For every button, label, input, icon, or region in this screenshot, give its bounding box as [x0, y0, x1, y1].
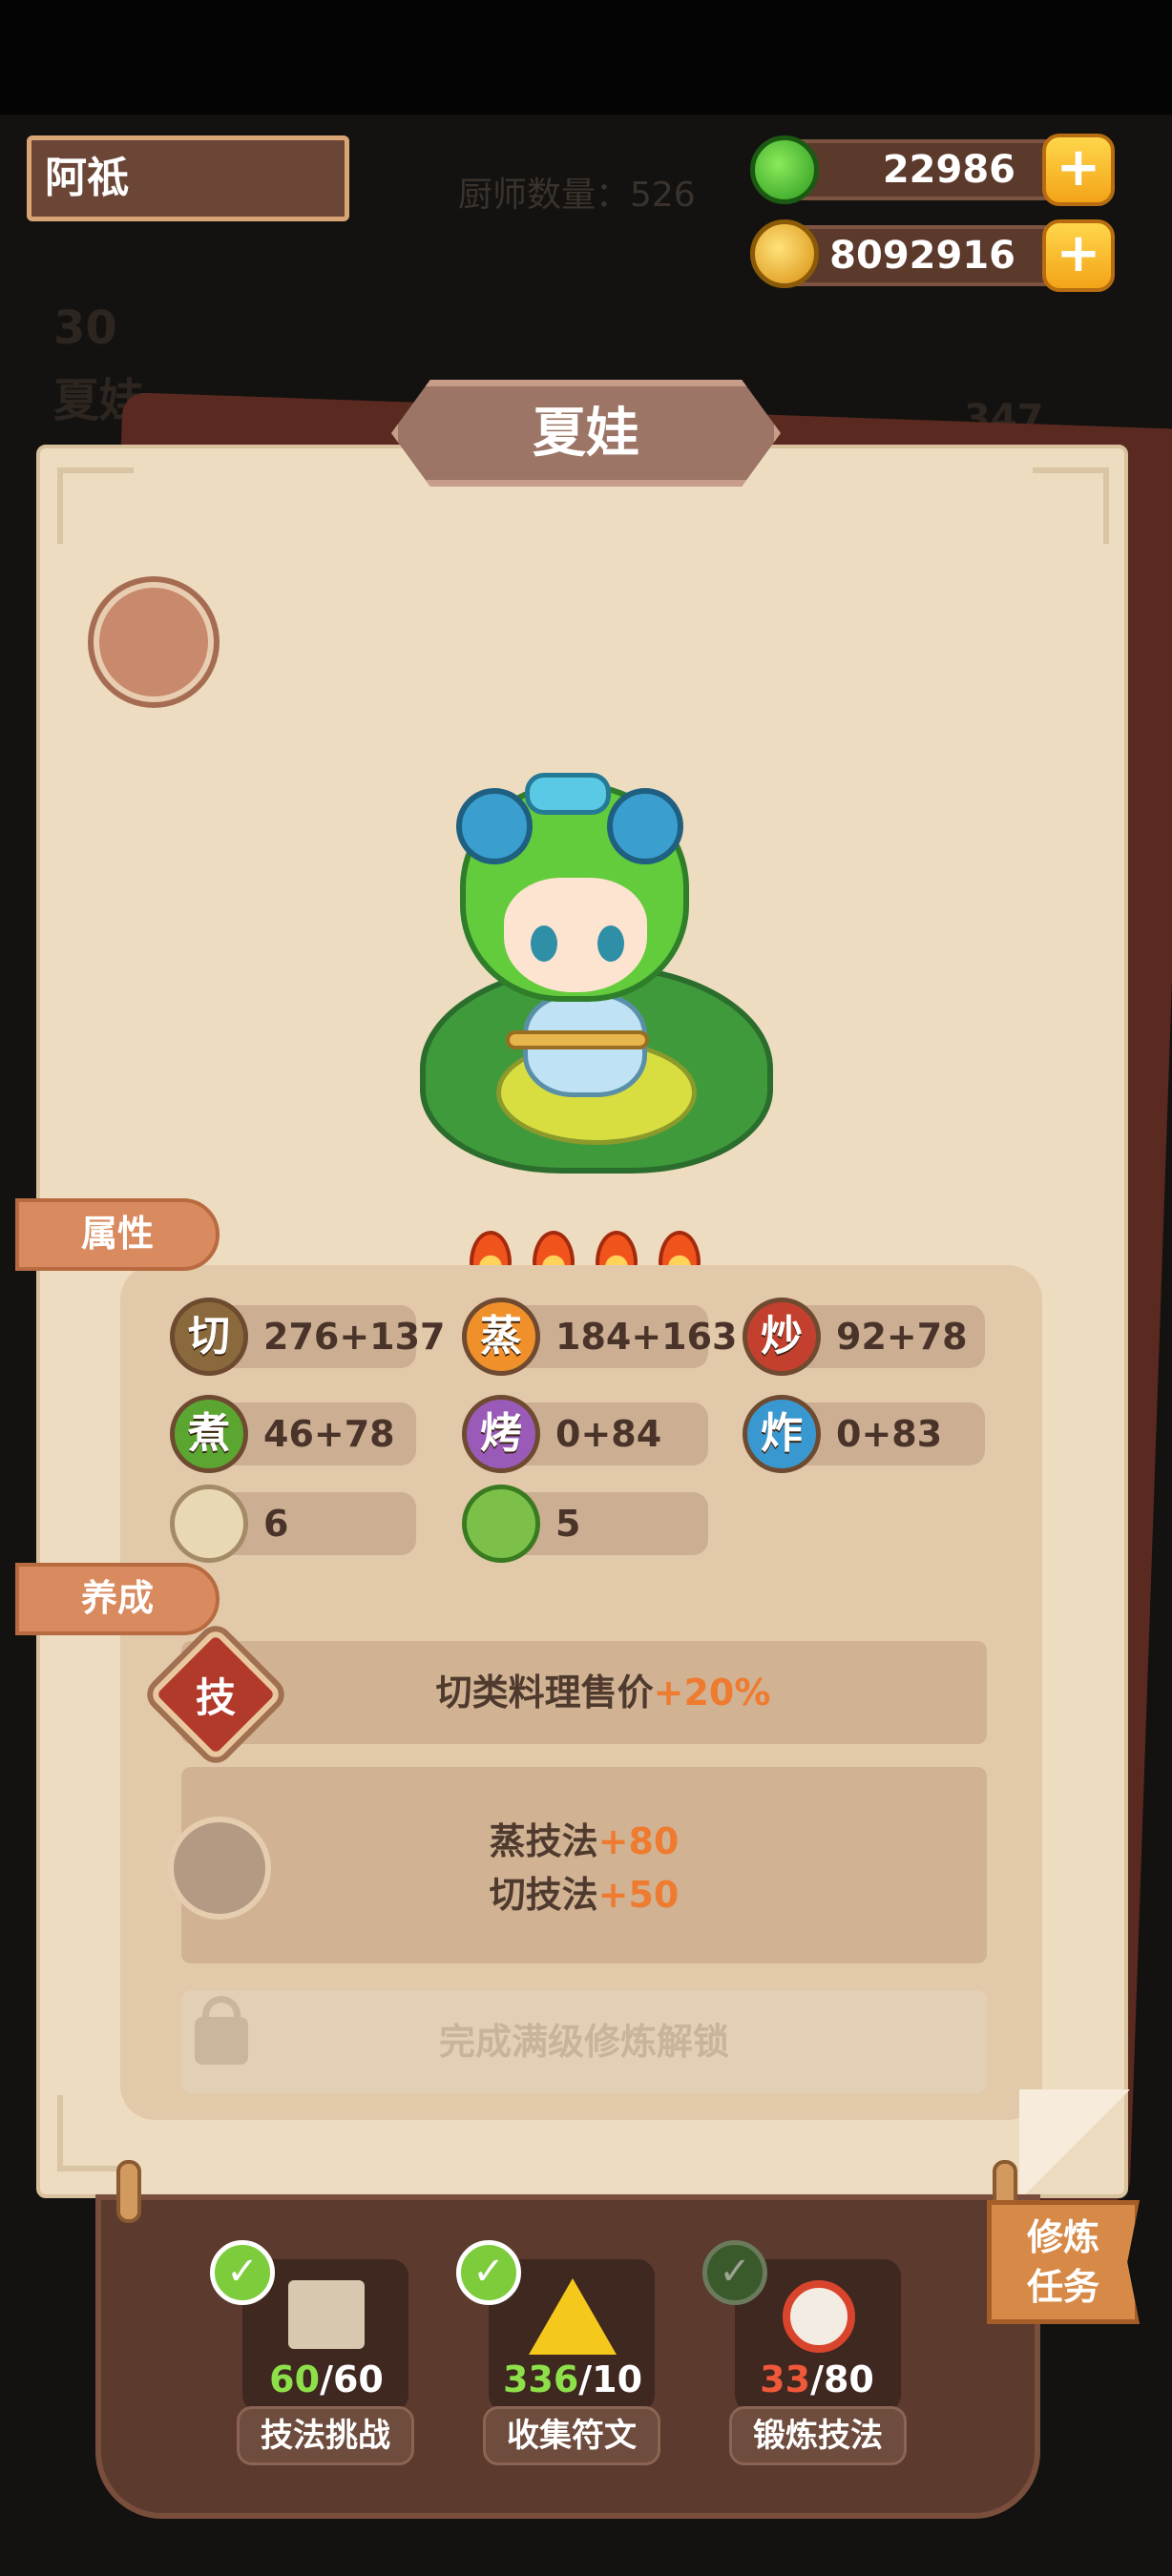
cut-icon: 切	[170, 1298, 248, 1376]
steam-icon: 蒸	[462, 1298, 540, 1376]
locked-text: 完成满级修炼解锁	[438, 2021, 729, 2063]
training-task-line2: 任务	[1026, 2266, 1099, 2308]
check-icon: ✓	[210, 2240, 275, 2305]
locked-row: 完成满级修炼解锁	[181, 1990, 987, 2093]
stir-fry-icon: 炒	[743, 1298, 821, 1376]
bg-rarity: 30	[53, 301, 117, 355]
cert-line-2: 切技法+50	[181, 1868, 987, 1922]
task-progress: 336/10	[468, 2358, 678, 2400]
cut-specialty-badge-icon[interactable]	[94, 582, 214, 702]
cert-line-2-text: 切技法	[489, 1874, 598, 1916]
add-jade-button[interactable]: +	[1042, 134, 1115, 206]
gold-value: 8092916	[829, 234, 1015, 278]
task-label[interactable]: 锻炼技法	[729, 2406, 907, 2465]
boil-icon: 煮	[170, 1395, 248, 1473]
certificate-row: 蒸技法+80 切技法+50	[181, 1767, 987, 1963]
task-progress: 60/60	[221, 2358, 431, 2400]
task-progress-current: 336	[502, 2358, 579, 2400]
stat-steam-value: 184+163	[555, 1316, 738, 1358]
gold-coin-icon	[750, 219, 819, 288]
lock-icon	[195, 2017, 248, 2065]
deep-fry-icon: 炸	[743, 1395, 821, 1473]
stat-boil-value: 46+78	[263, 1413, 395, 1455]
cert-line-1-bonus: +80	[597, 1820, 680, 1862]
task-progress-total: /10	[578, 2358, 643, 2400]
skill-description: 切类料理售价+20%	[181, 1641, 987, 1744]
corner-ornament	[1033, 467, 1109, 544]
corner-ornament	[57, 2095, 134, 2171]
task-label[interactable]: 技法挑战	[237, 2406, 414, 2465]
certificate-icon	[168, 1817, 271, 1920]
training-task-line1: 修炼	[1026, 2216, 1099, 2258]
check-icon: ✓	[702, 2240, 767, 2305]
task-progress-total: /60	[320, 2358, 384, 2400]
stat-cut-value: 276+137	[263, 1316, 446, 1358]
cert-line-1: 蒸技法+80	[181, 1815, 987, 1868]
player-name-box[interactable]: 阿祗	[27, 135, 349, 221]
scroll-peg	[116, 2160, 141, 2223]
roast-icon: 烤	[462, 1395, 540, 1473]
alarm-clock-icon	[783, 2280, 855, 2353]
check-icon: ✓	[456, 2240, 521, 2305]
chef-name-title: 夏娃	[391, 380, 781, 487]
task-progress-total: /80	[810, 2358, 874, 2400]
skill-text: 切类料理售价	[435, 1672, 654, 1714]
steamer-bun-icon	[170, 1485, 248, 1563]
cert-line-2-bonus: +50	[597, 1874, 680, 1916]
rolling-pin-icon	[506, 1030, 649, 1049]
stat-deepfry-value: 0+83	[836, 1413, 943, 1455]
hair-bow-icon	[525, 773, 611, 815]
cabbage-icon	[462, 1485, 540, 1563]
corner-ornament	[57, 467, 134, 544]
chef-count-label: 厨师数量：526	[458, 176, 696, 215]
task-progress-current: 60	[269, 2358, 321, 2400]
stat-roast-value: 0+84	[555, 1413, 662, 1455]
tab-attributes[interactable]: 属性	[15, 1198, 220, 1271]
hair-bun-icon	[607, 788, 683, 864]
task-progress: 33/80	[712, 2358, 922, 2400]
stat-bun-value: 6	[263, 1503, 289, 1545]
add-gold-button[interactable]: +	[1042, 219, 1115, 292]
task-label[interactable]: 收集符文	[483, 2406, 660, 2465]
skill-letter: 技	[195, 1674, 236, 1721]
jade-value: 22986	[882, 148, 1015, 192]
task-progress-current: 33	[760, 2358, 811, 2400]
rune-triangle-icon	[529, 2278, 617, 2355]
tab-cultivation[interactable]: 养成	[15, 1563, 220, 1635]
status-bar	[0, 0, 1172, 114]
skill-row: 切类料理售价+20%	[181, 1641, 987, 1744]
eye-icon	[597, 925, 624, 962]
eye-icon	[531, 925, 557, 962]
hair-bun-icon	[456, 788, 533, 864]
character-face	[504, 878, 647, 992]
stat-stirfry-value: 92+78	[836, 1316, 968, 1358]
cert-line-1-text: 蒸技法	[489, 1820, 598, 1862]
skill-bonus: +20%	[653, 1672, 771, 1714]
scroll-bundle-icon	[288, 2280, 365, 2349]
jade-coin-icon	[750, 135, 819, 204]
stat-vegetable-value: 5	[555, 1503, 581, 1545]
training-task-button[interactable]: 修炼 任务	[987, 2200, 1140, 2324]
